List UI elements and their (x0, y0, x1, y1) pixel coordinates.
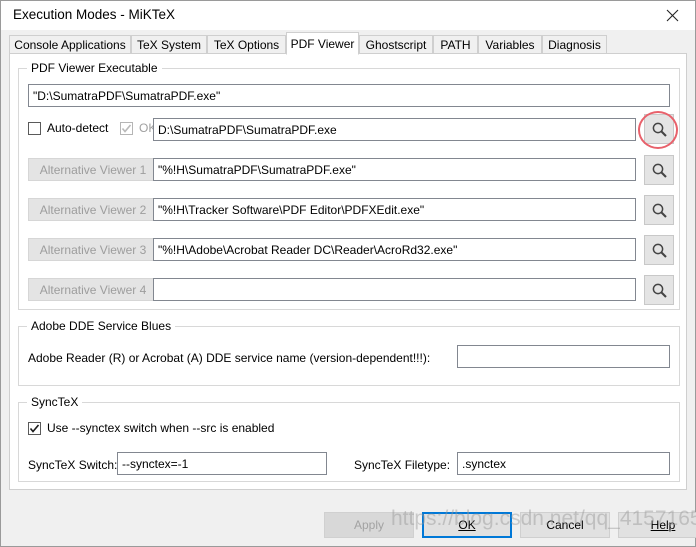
ok-button[interactable]: OK (422, 512, 512, 538)
window-title: Execution Modes - MiKTeX (13, 7, 176, 22)
alternative-viewer-3-input[interactable]: "%!H\Adobe\Acrobat Reader DC\Reader\Acro… (153, 238, 636, 261)
pdf-viewer-panel: PDF Viewer Executable "D:\SumatraPDF\Sum… (9, 53, 687, 490)
apply-button: Apply (324, 512, 414, 538)
title-bar: Execution Modes - MiKTeX (1, 1, 695, 30)
use-synctex-switch-label: Use --synctex switch when --src is enabl… (47, 421, 275, 435)
alternative-viewer-1-button: Alternative Viewer 1 (28, 158, 158, 181)
help-button-label: Help (650, 518, 676, 532)
browse-alternative-viewer-3-button[interactable] (644, 235, 674, 265)
browse-alternative-viewer-1-button[interactable] (644, 155, 674, 185)
browse-detected-path-button[interactable] (644, 114, 674, 144)
tab-pdf-viewer[interactable]: PDF Viewer (286, 32, 359, 55)
synctex-filetype-label: SyncTeX Filetype: (354, 458, 451, 472)
alternative-viewer-4-input[interactable] (153, 278, 636, 301)
synctex-filetype-input[interactable]: .synctex (457, 452, 670, 475)
auto-detect-ok-checkbox-box (120, 121, 133, 135)
tab-variables[interactable]: Variables (478, 35, 542, 54)
close-icon (666, 9, 679, 22)
synctex-switch-label: SyncTeX Switch: (28, 458, 118, 472)
tab-ghostscript[interactable]: Ghostscript (359, 35, 433, 54)
search-icon (651, 242, 668, 259)
search-icon (651, 121, 668, 138)
tab-tex-options[interactable]: TeX Options (207, 35, 286, 54)
search-icon (651, 162, 668, 179)
cancel-button[interactable]: Cancel (520, 512, 610, 538)
alternative-viewer-1-input[interactable]: "%!H\SumatraPDF\SumatraPDF.exe" (153, 158, 636, 181)
auto-detect-ok-checkbox: OK (120, 121, 156, 135)
alternative-viewer-3-button: Alternative Viewer 3 (28, 238, 158, 261)
search-icon (651, 282, 668, 299)
ok-button-label: OK (458, 518, 476, 532)
pdf-viewer-executable-group-title: PDF Viewer Executable (27, 61, 162, 75)
tab-diagnosis[interactable]: Diagnosis (542, 35, 607, 54)
auto-detect-checkbox-box (28, 121, 41, 135)
synctex-switch-input[interactable]: --synctex=-1 (117, 452, 327, 475)
search-icon (651, 202, 668, 219)
browse-alternative-viewer-4-button[interactable] (644, 275, 674, 305)
auto-detect-label: Auto-detect (47, 121, 109, 135)
help-button[interactable]: Help (618, 512, 696, 538)
tab-path[interactable]: PATH (433, 35, 478, 54)
alternative-viewer-2-input[interactable]: "%!H\Tracker Software\PDF Editor\PDFXEdi… (153, 198, 636, 221)
detected-path-input[interactable]: D:\SumatraPDF\SumatraPDF.exe (153, 118, 636, 141)
alternative-viewer-4-button: Alternative Viewer 4 (28, 278, 158, 301)
use-synctex-switch-checkbox-box (28, 421, 41, 435)
pdf-viewer-executable-input[interactable]: "D:\SumatraPDF\SumatraPDF.exe" (28, 84, 670, 107)
adobe-dde-group-title: Adobe DDE Service Blues (27, 319, 176, 333)
adobe-dde-service-name-input[interactable] (457, 345, 670, 368)
use-synctex-switch-checkbox[interactable]: Use --synctex switch when --src is enabl… (28, 421, 274, 435)
close-button[interactable] (650, 1, 695, 30)
browse-alternative-viewer-2-button[interactable] (644, 195, 674, 225)
tab-strip: Console Applications TeX System TeX Opti… (9, 32, 687, 55)
tab-tex-system[interactable]: TeX System (131, 35, 207, 54)
adobe-dde-service-name-label: Adobe Reader (R) or Acrobat (A) DDE serv… (28, 351, 431, 365)
auto-detect-checkbox[interactable]: Auto-detect (28, 121, 108, 135)
tab-console-applications[interactable]: Console Applications (9, 35, 131, 54)
alternative-viewer-2-button: Alternative Viewer 2 (28, 198, 158, 221)
synctex-group-title: SyncTeX (27, 395, 83, 409)
execution-modes-dialog: Execution Modes - MiKTeX Console Applica… (0, 0, 696, 547)
